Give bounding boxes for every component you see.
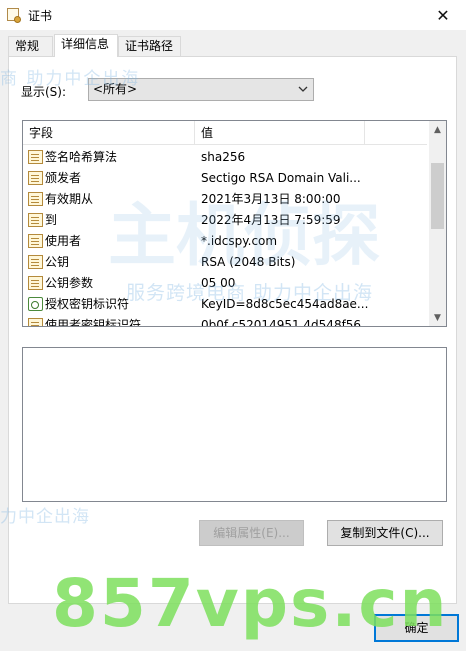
scroll-up-icon[interactable]: ▲ — [429, 121, 446, 138]
close-icon[interactable]: ✕ — [420, 0, 466, 30]
table-row[interactable]: 签名哈希算法 sha256 — [23, 146, 427, 167]
show-dropdown-value: <所有> — [93, 82, 138, 96]
field-value: KeyID=8d8c5ec454ad8ae... — [201, 296, 369, 311]
column-header-value[interactable]: 值 — [195, 121, 365, 145]
table-row[interactable]: 公钥参数 05 00 — [23, 272, 427, 293]
table-row[interactable]: 颁发者 Sectigo RSA Domain Vali... — [23, 167, 427, 188]
certificate-field-icon — [28, 275, 43, 290]
tab-certification-path[interactable]: 证书路径 — [118, 36, 181, 56]
tab-general[interactable]: 常规 — [8, 36, 53, 56]
field-value: 2022年4月13日 7:59:59 — [201, 213, 341, 227]
table-row[interactable]: 使用者 *.idcspy.com — [23, 230, 427, 251]
list-scrollbar[interactable]: ▲ ▼ — [429, 121, 446, 326]
field-name: 使用者密钥标识符 — [45, 318, 142, 327]
field-value: 0b0f c52014951 4d548f56 — [201, 317, 362, 327]
key-extension-icon — [28, 296, 43, 311]
window-title: 证书 — [28, 8, 53, 23]
field-name: 使用者 — [45, 234, 82, 248]
certificate-field-icon — [28, 149, 43, 164]
field-name: 有效期从 — [45, 192, 94, 206]
watermark-vps: 857vps.cn — [52, 565, 449, 642]
show-label: 显示(S): — [21, 85, 67, 99]
field-name: 签名哈希算法 — [45, 150, 118, 164]
table-row[interactable]: 到 2022年4月13日 7:59:59 — [23, 209, 427, 230]
title-bar: 证书 ✕ — [0, 0, 466, 30]
tab-details[interactable]: 详细信息 — [54, 34, 118, 57]
show-dropdown[interactable]: <所有> — [88, 78, 314, 101]
field-value: 05 00 — [201, 275, 236, 290]
table-row[interactable]: 授权密钥标识符 KeyID=8d8c5ec454ad8ae... — [23, 293, 427, 314]
field-name: 颁发者 — [45, 171, 82, 185]
column-header-field[interactable]: 字段 — [23, 121, 195, 145]
certificate-field-icon — [28, 191, 43, 206]
chevron-down-icon — [298, 86, 308, 92]
certificate-icon — [6, 7, 22, 23]
edit-properties-button[interactable]: 编辑属性(E)... — [199, 520, 304, 546]
certificate-field-icon — [28, 254, 43, 269]
table-row[interactable]: 公钥 RSA (2048 Bits) — [23, 251, 427, 272]
field-name: 公钥参数 — [45, 276, 94, 290]
certificate-field-icon — [28, 317, 43, 326]
field-name: 到 — [45, 213, 58, 227]
column-header-empty — [365, 121, 427, 145]
certificate-field-icon — [28, 233, 43, 248]
field-value: *.idcspy.com — [201, 233, 278, 248]
copy-to-file-button[interactable]: 复制到文件(C)... — [327, 520, 443, 546]
field-value: sha256 — [201, 149, 246, 164]
scroll-thumb[interactable] — [431, 163, 444, 229]
field-value: 2021年3月13日 8:00:00 — [201, 192, 341, 206]
list-header: 字段 值 — [23, 121, 427, 145]
certificate-field-icon — [28, 170, 43, 185]
table-row[interactable]: 使用者密钥标识符 0b0f c52014951 4d548f56 — [23, 314, 427, 327]
scroll-down-icon[interactable]: ▼ — [429, 309, 446, 326]
table-row[interactable]: 有效期从 2021年3月13日 8:00:00 — [23, 188, 427, 209]
fields-rows: 签名哈希算法 sha256 颁发者 Sectigo RSA Domain Val… — [23, 146, 427, 327]
field-value: Sectigo RSA Domain Vali... — [201, 170, 361, 185]
field-name: 授权密钥标识符 — [45, 297, 130, 311]
certificate-field-icon — [28, 212, 43, 227]
value-detail-textarea[interactable] — [22, 347, 447, 502]
fields-list[interactable]: 字段 值 签名哈希算法 sha256 颁发者 Sectigo RSA Domai… — [22, 120, 447, 327]
details-panel: 显示(S): <所有> 字段 值 签名哈希算法 sha256 颁发者 Secti… — [8, 56, 457, 604]
field-name: 公钥 — [45, 255, 70, 269]
field-value: RSA (2048 Bits) — [201, 254, 296, 269]
